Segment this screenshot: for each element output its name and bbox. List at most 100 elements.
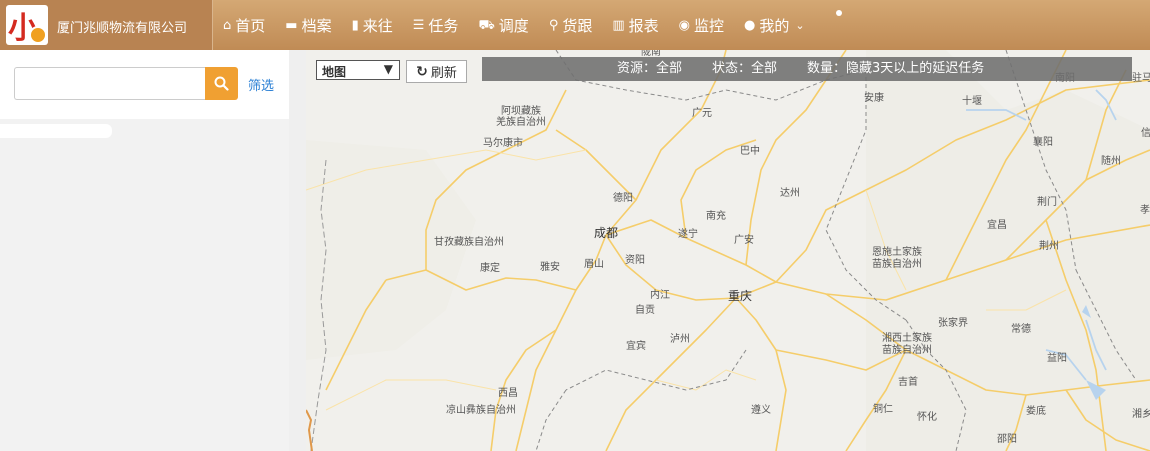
map-label: 康定 xyxy=(480,263,500,274)
company-name: 厦门兆顺物流有限公司 xyxy=(57,21,188,36)
map-label: 信 xyxy=(1141,128,1150,139)
map-label: 张家界 xyxy=(938,318,968,329)
map-label: 宜昌 xyxy=(987,220,1007,231)
map-label: 羌族自治州 xyxy=(496,117,546,128)
chevron-down-icon: ⌄ xyxy=(795,18,805,32)
map-view[interactable]: 陇南 阿坝藏族 羌族自治州 马尔康市 广元 安康 十堰 南阳 驻马 巴中 襄阳 … xyxy=(306,50,1150,451)
nav-item-home[interactable]: ⌂ 首页 xyxy=(213,0,275,50)
map-label: 达州 xyxy=(780,188,800,199)
map-label: 十堰 xyxy=(962,96,982,107)
map-label: 甘孜藏族自治州 xyxy=(434,237,504,248)
map-label: 益阳 xyxy=(1047,353,1067,364)
nav-item-dispatch[interactable]: ⛟ 调度 xyxy=(468,0,538,50)
map-label: 雅安 xyxy=(540,262,560,273)
refresh-button[interactable]: ↻ 刷新 xyxy=(406,60,467,83)
map-label: 孝感 xyxy=(1140,205,1150,216)
main-nav: ⌂ 首页 ▬ 档案 ▮ 来往 ☰ 任务 ⛟ 调度 ⚲ 货跟 ▥ 报表 ◉ 监控 xyxy=(213,0,815,50)
task-info-bar: 资源：全部 状态：全部 数量：隐藏3天以上的延迟任务 xyxy=(482,57,1132,81)
logo-badge-icon xyxy=(29,26,47,44)
map-label: 资阳 xyxy=(625,255,645,266)
company-logo: 小 xyxy=(6,5,48,45)
map-label: 苗族自治州 xyxy=(872,259,922,270)
bar-chart-icon: ▥ xyxy=(612,17,625,33)
map-label: 湘西土家族 xyxy=(882,333,932,344)
search-panel: 筛选 xyxy=(0,50,289,119)
result-list-strip xyxy=(0,124,112,138)
map-label: 德阳 xyxy=(613,193,633,204)
resource-filter-text: 资源：全部 xyxy=(617,61,683,76)
nav-label: 首页 xyxy=(235,16,266,35)
home-icon: ⌂ xyxy=(223,17,232,33)
map-label: 驻马 xyxy=(1132,73,1150,84)
map-label: 凉山彝族自治州 xyxy=(446,405,516,416)
map-label: 苗族自治州 xyxy=(882,345,932,356)
nav-item-mine[interactable]: ● 我的 ⌄ xyxy=(734,0,815,50)
map-type-value: 地图 xyxy=(322,65,347,79)
search-button[interactable] xyxy=(205,67,238,100)
nav-item-archive[interactable]: ▬ 档案 xyxy=(275,0,341,50)
map-label: 广元 xyxy=(692,108,712,119)
count-filter-text: 数量：隐藏3天以上的延迟任务 xyxy=(807,61,985,76)
nav-label: 我的 xyxy=(759,16,790,35)
map-type-select[interactable]: 地图 ▼ xyxy=(316,60,400,80)
map-base xyxy=(306,50,1150,451)
map-label: 广安 xyxy=(734,235,754,246)
status-filter-text: 状态：全部 xyxy=(712,61,778,76)
top-navbar: 小 厦门兆顺物流有限公司 ⌂ 首页 ▬ 档案 ▮ 来往 ☰ 任务 ⛟ 调度 ⚲ … xyxy=(0,0,1150,50)
nav-label: 调度 xyxy=(498,16,529,35)
map-label: 马尔康市 xyxy=(483,138,523,149)
map-label: 泸州 xyxy=(670,334,690,345)
map-label: 怀化 xyxy=(917,412,937,423)
nav-item-reports[interactable]: ▥ 报表 xyxy=(602,0,668,50)
eye-icon: ◉ xyxy=(678,17,691,33)
book-icon: ▮ xyxy=(351,17,359,33)
map-label: 西昌 xyxy=(498,388,518,399)
map-label: 荆门 xyxy=(1037,197,1057,208)
nav-item-contacts[interactable]: ▮ 来往 xyxy=(342,0,403,50)
map-label: 随州 xyxy=(1101,156,1121,167)
nav-item-tracking[interactable]: ⚲ 货跟 xyxy=(539,0,603,50)
dropdown-arrow-icon: ▼ xyxy=(383,62,393,76)
map-label: 遂宁 xyxy=(678,229,698,240)
brand[interactable]: 小 厦门兆顺物流有限公司 xyxy=(0,0,213,50)
map-label: 巴中 xyxy=(740,146,760,157)
map-label: 重庆 xyxy=(728,289,753,303)
map-label: 内江 xyxy=(650,290,670,301)
nav-item-monitor[interactable]: ◉ 监控 xyxy=(669,0,734,50)
nav-item-tasks[interactable]: ☰ 任务 xyxy=(403,0,469,50)
search-icon xyxy=(214,76,229,91)
map-label: 荆州 xyxy=(1039,241,1059,252)
search-input[interactable] xyxy=(14,67,205,100)
archive-icon: ▬ xyxy=(285,17,298,33)
map-label: 恩施土家族 xyxy=(872,247,922,258)
panel-divider xyxy=(289,50,306,451)
nav-label: 报表 xyxy=(628,16,659,35)
map-label: 安康 xyxy=(864,93,884,104)
map-label: 娄底 xyxy=(1026,406,1046,417)
map-label: 自贡 xyxy=(635,305,655,316)
map-label: 襄阳 xyxy=(1033,137,1053,148)
nav-label: 监控 xyxy=(694,16,725,35)
map-label: 铜仁 xyxy=(873,404,893,415)
refresh-icon: ↻ xyxy=(416,63,428,80)
truck-icon: ⛟ xyxy=(478,17,495,33)
map-label: 眉山 xyxy=(584,259,604,270)
refresh-label: 刷新 xyxy=(430,66,457,81)
nav-label: 货跟 xyxy=(562,16,593,35)
map-label: 成都 xyxy=(594,226,619,240)
map-label: 宜宾 xyxy=(626,341,646,352)
list-icon: ☰ xyxy=(412,17,425,33)
map-label: 遵义 xyxy=(751,405,771,416)
notification-dot xyxy=(836,10,842,16)
nav-label: 档案 xyxy=(301,16,332,35)
map-label: 常德 xyxy=(1011,324,1031,335)
map-label: 湘乡 xyxy=(1132,409,1150,420)
map-label: 吉首 xyxy=(898,377,918,388)
location-pin-icon: ⚲ xyxy=(548,17,559,33)
nav-label: 来往 xyxy=(362,16,393,35)
filter-link[interactable]: 筛选 xyxy=(248,75,274,94)
nav-label: 任务 xyxy=(428,16,459,35)
map-label: 南充 xyxy=(706,211,726,222)
user-icon: ● xyxy=(744,17,756,33)
map-label: 邵阳 xyxy=(997,434,1017,445)
